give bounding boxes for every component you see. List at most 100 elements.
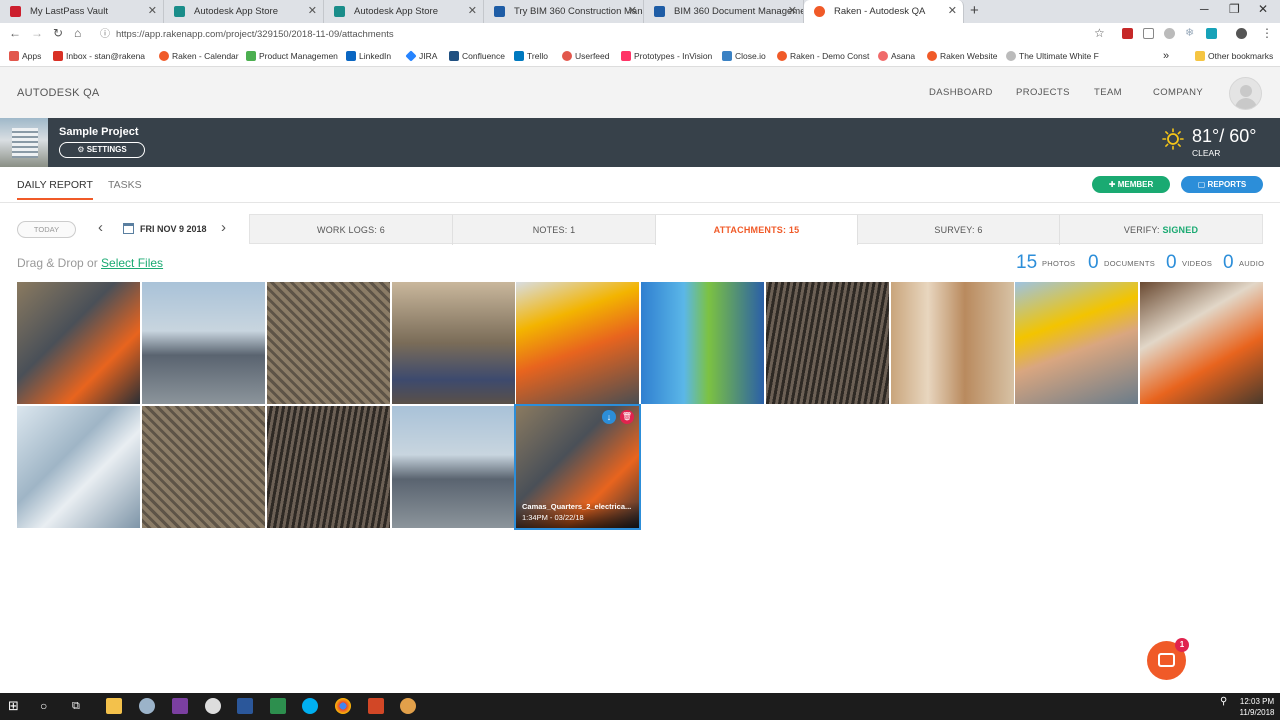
extension-icon[interactable] xyxy=(1164,28,1175,39)
videos-label[interactable]: VIDEOS xyxy=(1182,259,1212,268)
clock[interactable]: 12:03 PM 11/9/2018 xyxy=(1237,696,1277,718)
browser-tab[interactable]: Autodesk App Store ✕ xyxy=(164,0,324,23)
tab-survey[interactable]: SURVEY: 6 xyxy=(858,215,1060,245)
onenote-icon[interactable] xyxy=(172,698,188,714)
audio-count[interactable]: 0 xyxy=(1223,252,1234,274)
app-icon[interactable] xyxy=(205,698,221,714)
tab-verify[interactable]: VERIFY: SIGNED xyxy=(1060,215,1262,245)
photo-thumbnail[interactable] xyxy=(516,282,639,404)
current-date[interactable]: FRI NOV 9 2018 xyxy=(140,224,207,234)
forward-icon[interactable]: → xyxy=(31,26,43,40)
bookmark-item[interactable]: Trello xyxy=(514,45,548,67)
task-view-icon[interactable]: ⧉ xyxy=(72,698,88,714)
bookmark-item[interactable]: Userfeed xyxy=(562,45,610,67)
photo-thumbnail[interactable] xyxy=(267,406,390,528)
search-icon[interactable]: ○ xyxy=(40,698,56,714)
reload-icon[interactable]: ↻ xyxy=(53,26,63,40)
bookmark-star-icon[interactable]: ☆ xyxy=(1094,26,1105,40)
back-icon[interactable]: ← xyxy=(9,26,21,40)
menu-icon[interactable]: ⋮ xyxy=(1261,26,1273,40)
powerpoint-icon[interactable] xyxy=(368,698,384,714)
photo-thumbnail[interactable] xyxy=(142,406,265,528)
file-explorer-icon[interactable] xyxy=(106,698,122,714)
extension-icon[interactable] xyxy=(1206,28,1217,39)
nav-team[interactable]: TEAM xyxy=(1094,87,1122,98)
more-bookmarks-icon[interactable]: » xyxy=(1163,45,1169,67)
chevron-left-icon[interactable]: ‹ xyxy=(98,219,103,236)
photo-thumbnail[interactable] xyxy=(392,282,515,404)
photo-thumbnail[interactable] xyxy=(1015,282,1138,404)
restore-button[interactable]: ❐ xyxy=(1229,2,1240,16)
url-field[interactable]: ⓘ https://app.rakenapp.com/project/32915… xyxy=(98,26,1113,43)
bookmark-item[interactable]: JIRA xyxy=(405,45,437,67)
close-icon[interactable]: ✕ xyxy=(468,0,477,23)
photo-thumbnail-selected[interactable]: ↓ 🗑 Camas_Quarters_2_electrica... 1:34PM… xyxy=(514,404,641,530)
photo-thumbnail[interactable] xyxy=(392,406,515,528)
bookmark-item[interactable]: Inbox - stan@rakena xyxy=(53,45,145,67)
photo-thumbnail[interactable] xyxy=(17,406,140,528)
photo-thumbnail[interactable] xyxy=(891,282,1014,404)
close-icon[interactable]: ✕ xyxy=(628,0,637,23)
lastpass-extension-icon[interactable] xyxy=(1122,28,1133,39)
close-window-button[interactable]: ✕ xyxy=(1258,2,1268,16)
documents-label[interactable]: DOCUMENTS xyxy=(1104,259,1155,268)
add-member-button[interactable]: ✚ MEMBER xyxy=(1092,176,1170,193)
download-icon[interactable]: ↓ xyxy=(602,410,616,424)
audio-label[interactable]: AUDIO xyxy=(1239,259,1264,268)
chat-launcher[interactable]: 1 xyxy=(1147,638,1189,680)
nav-dashboard[interactable]: DASHBOARD xyxy=(929,87,993,98)
tab-work-logs[interactable]: WORK LOGS: 6 xyxy=(250,215,453,245)
browser-tab[interactable]: BIM 360 Document Management ✕ xyxy=(644,0,804,23)
bookmark-item[interactable]: Raken Website xyxy=(927,45,997,67)
other-bookmarks[interactable]: Other bookmarks xyxy=(1195,45,1273,67)
photo-thumbnail[interactable] xyxy=(1140,282,1263,404)
tab-notes[interactable]: NOTES: 1 xyxy=(453,215,656,245)
bookmark-item[interactable]: Close.io xyxy=(722,45,766,67)
bookmark-item[interactable]: LinkedIn xyxy=(346,45,391,67)
bookmark-item[interactable]: Asana xyxy=(878,45,915,67)
delete-icon[interactable]: 🗑 xyxy=(620,410,634,424)
home-icon[interactable]: ⌂ xyxy=(74,26,81,40)
bookmark-item[interactable]: Product Managemen xyxy=(246,45,338,67)
minimize-button[interactable]: ─ xyxy=(1200,2,1209,16)
chevron-right-icon[interactable]: › xyxy=(221,219,226,236)
bookmark-item[interactable]: Confluence xyxy=(449,45,505,67)
videos-count[interactable]: 0 xyxy=(1166,252,1177,274)
today-button[interactable]: TODAY xyxy=(17,221,76,238)
network-icon[interactable]: ⚲ xyxy=(1220,696,1227,707)
photo-thumbnail[interactable] xyxy=(766,282,889,404)
new-tab-button[interactable]: + xyxy=(970,2,979,19)
photo-thumbnail[interactable] xyxy=(267,282,390,404)
tab-daily-report[interactable]: DAILY REPORT xyxy=(17,179,93,200)
browser-tab[interactable]: My LastPass Vault ✕ xyxy=(0,0,164,23)
browser-tab[interactable]: Try BIM 360 Construction Manag ✕ xyxy=(484,0,644,23)
settings-button[interactable]: ⚙ SETTINGS xyxy=(59,142,145,158)
nav-projects[interactable]: PROJECTS xyxy=(1016,87,1070,98)
tab-attachments[interactable]: ATTACHMENTS: 15 xyxy=(656,215,858,245)
photo-thumbnail[interactable] xyxy=(17,282,140,404)
close-icon[interactable]: ✕ xyxy=(788,0,797,23)
tab-tasks[interactable]: TASKS xyxy=(108,179,142,191)
nav-company[interactable]: COMPANY xyxy=(1153,87,1203,98)
close-icon[interactable]: ✕ xyxy=(148,0,157,23)
chrome-icon[interactable] xyxy=(335,698,351,714)
skype-icon[interactable] xyxy=(302,698,318,714)
photo-thumbnail[interactable] xyxy=(641,282,764,404)
app-icon[interactable] xyxy=(270,698,286,714)
drop-zone[interactable]: Drag & Drop or Select Files xyxy=(17,256,163,270)
calendar-icon[interactable] xyxy=(123,223,134,234)
info-icon[interactable]: ⓘ xyxy=(100,26,110,43)
bookmark-item[interactable]: Raken - Calendar xyxy=(159,45,239,67)
photo-thumbnail[interactable] xyxy=(142,282,265,404)
windows-start-icon[interactable]: ⊞ xyxy=(8,698,24,714)
bookmark-item[interactable]: Raken - Demo Const xyxy=(777,45,869,67)
select-files-link[interactable]: Select Files xyxy=(101,256,163,270)
browser-tab-active[interactable]: Raken - Autodesk QA ✕ xyxy=(804,0,964,23)
photos-label[interactable]: PHOTOS xyxy=(1042,259,1075,268)
snowflake-icon[interactable]: ❄ xyxy=(1185,28,1196,39)
bookmark-item[interactable]: Prototypes - InVision xyxy=(621,45,712,67)
bookmark-item[interactable]: The Ultimate White F xyxy=(1006,45,1099,67)
photos-count[interactable]: 15 xyxy=(1016,252,1037,274)
avatar[interactable] xyxy=(1229,77,1262,110)
app-icon[interactable] xyxy=(400,698,416,714)
